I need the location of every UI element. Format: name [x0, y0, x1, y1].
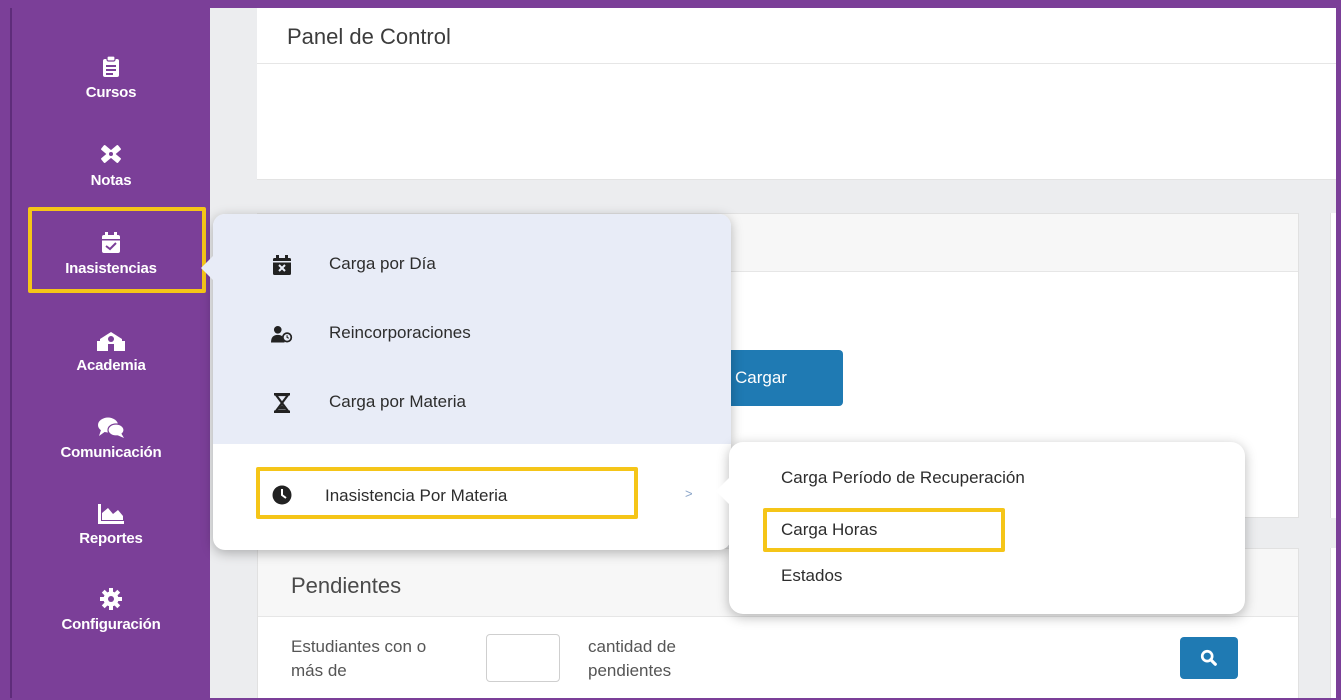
highlight-box-carga-horas [763, 508, 1005, 552]
search-button[interactable] [1180, 637, 1238, 679]
sidebar-item-cursos[interactable]: Cursos [12, 48, 210, 120]
search-icon [1200, 649, 1217, 666]
sidebar-item-comunicacion[interactable]: Comunicación [12, 408, 210, 480]
sidebar-item-configuracion[interactable]: Configuración [12, 580, 210, 652]
divider [257, 63, 1336, 64]
area-chart-icon [12, 494, 210, 524]
sidebar-item-notas[interactable]: Notas [12, 136, 210, 208]
school-icon [12, 321, 210, 351]
right-panel-lower [1330, 548, 1336, 698]
menu-item-label: Carga por Materia [329, 392, 467, 411]
app-frame: Panel de Control Cargar Pendientes Estud… [10, 8, 1336, 698]
sidebar-item-label: Notas [90, 172, 132, 189]
submenu-item-carga-periodo-recuperacion[interactable]: Carga Período de Recuperación [781, 468, 1025, 488]
inasistencias-dropdown-menu: Carga por Día Reincorporaciones Carga po… [201, 214, 731, 550]
sidebar-item-label: Reportes [79, 530, 143, 547]
submenu-item-estados[interactable]: Estados [781, 566, 842, 586]
hourglass-icon [271, 392, 293, 414]
menu-item-carga-por-dia[interactable]: Carga por Día [213, 236, 731, 292]
highlight-box-inasistencias [28, 207, 206, 293]
sidebar-item-academia[interactable]: Academia [12, 321, 210, 393]
sidebar-item-label: Comunicación [60, 444, 162, 461]
user-clock-icon [271, 323, 293, 345]
clipboard-icon [12, 48, 210, 78]
comments-icon [12, 408, 210, 438]
sidebar-item-label: Cursos [85, 84, 137, 101]
panel-de-control: Panel de Control [257, 8, 1336, 180]
pendientes-label-left: Estudiantes con o más de [291, 637, 427, 680]
sidebar-item-label: Configuración [61, 616, 161, 633]
chevron-right-icon: > [685, 486, 693, 501]
menu-item-carga-por-materia[interactable]: Carga por Materia [213, 374, 731, 430]
highlight-box-inasistencia-por-materia [256, 467, 638, 519]
submenu-pointer [716, 478, 729, 504]
calendar-x-icon [271, 254, 293, 276]
sidebar: Cursos Notas Inasistencias Academia Comu… [12, 8, 210, 698]
sidebar-item-reportes[interactable]: Reportes [12, 494, 210, 566]
gear-icon [12, 580, 210, 610]
pencil-ruler-icon [12, 136, 210, 166]
pendientes-count-input[interactable] [486, 634, 560, 682]
pendientes-title: Pendientes [291, 573, 402, 598]
sidebar-item-label: Academia [76, 357, 146, 374]
menu-item-reincorporaciones[interactable]: Reincorporaciones [213, 305, 731, 361]
inasistencia-por-materia-submenu: Carga Período de Recuperación Carga Hora… [716, 442, 1245, 614]
pendientes-label-right: cantidad de pendientes [588, 637, 676, 680]
menu-item-label: Reincorporaciones [329, 323, 471, 342]
menu-item-label: Carga por Día [329, 254, 436, 273]
page-title: Panel de Control [287, 24, 451, 49]
right-panel [1330, 213, 1336, 518]
menu-pointer [201, 256, 213, 280]
cargar-button[interactable]: Cargar [715, 350, 843, 406]
